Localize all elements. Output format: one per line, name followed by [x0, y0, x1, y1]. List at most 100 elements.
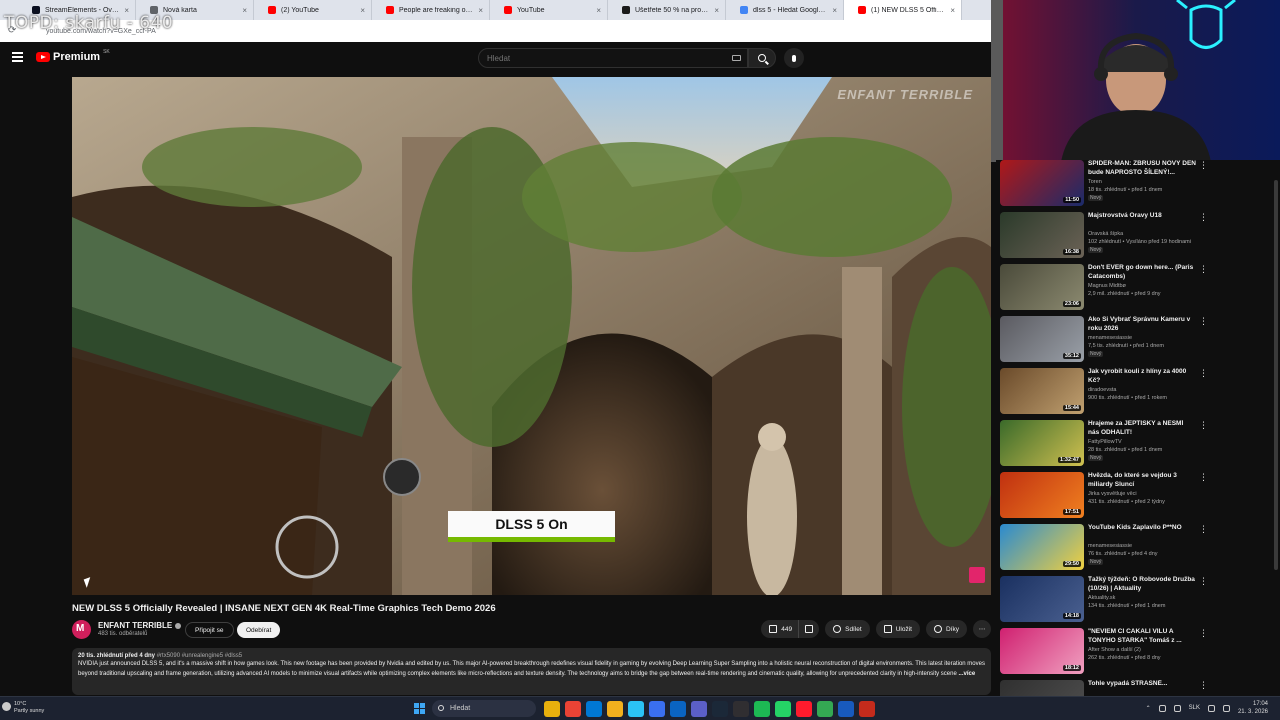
taskbar-explorer-icon[interactable] — [607, 701, 623, 717]
recommended-video[interactable]: Tohle vypadá STRAŠNĚ... — [1000, 680, 1276, 696]
taskbar-store-icon[interactable] — [649, 701, 665, 717]
more-actions-button[interactable]: ⋯ — [973, 620, 991, 638]
recommended-video[interactable]: 1:32:47 Hrajeme za JEPTIŠKY a NESMÍ nás O… — [1000, 420, 1276, 470]
language-indicator[interactable]: SLK — [1189, 705, 1200, 711]
browser-tab[interactable]: (2) YouTube × — [254, 0, 372, 20]
taskbar-search[interactable]: Hledat — [432, 700, 536, 717]
video-options-icon[interactable] — [1199, 628, 1208, 639]
video-player[interactable]: ENFANT TERRIBLE DLSS 5 On — [72, 77, 991, 595]
recommended-video[interactable]: 11:50 SPIDER-MAN: ZBRUSU NOVÝ DEN bude NA… — [1000, 160, 1276, 210]
close-tab-icon[interactable]: × — [714, 6, 719, 15]
volume-icon[interactable] — [1222, 704, 1230, 712]
taskbar-chrome2-icon[interactable] — [817, 701, 833, 717]
hashtags[interactable]: #rtx5090 #unrealengine5 #dlss5 — [157, 653, 242, 659]
tray-network-icon[interactable] — [1173, 704, 1181, 712]
description-box[interactable]: 20 tis. zhlédnutí před 4 dny #rtx5090 #u… — [72, 648, 991, 695]
save-button[interactable]: Uložit — [875, 620, 920, 638]
video-thumbnail[interactable]: 17:51 — [1000, 472, 1084, 518]
taskbar-obs-icon[interactable] — [733, 701, 749, 717]
taskbar-notes-icon[interactable] — [859, 701, 875, 717]
tray-app-icon[interactable] — [1158, 704, 1166, 712]
dislike-button[interactable] — [798, 620, 820, 638]
browser-tab[interactable]: Ušetřete 50 % na produktu PA... × — [608, 0, 726, 20]
video-thumbnail[interactable]: 23:06 — [1000, 264, 1084, 310]
recommended-video[interactable]: 35:12 Ako Si Vybrať Správnu Kameru v roku… — [1000, 316, 1276, 366]
taskbar-teams-icon[interactable] — [691, 701, 707, 717]
thanks-button[interactable]: Díky — [926, 620, 967, 638]
video-options-icon[interactable] — [1199, 420, 1208, 431]
video-thumbnail[interactable]: 1:32:47 — [1000, 420, 1084, 466]
video-options-icon[interactable] — [1199, 524, 1208, 535]
taskbar-spotify-icon[interactable] — [754, 701, 770, 717]
clock[interactable]: 17:04 21. 3. 2026 — [1238, 700, 1268, 716]
start-button[interactable] — [414, 703, 425, 714]
close-tab-icon[interactable]: × — [360, 6, 365, 15]
keyboard-icon[interactable] — [732, 55, 741, 61]
show-more-link[interactable]: ...více — [958, 671, 975, 677]
taskbar-mail-icon[interactable] — [586, 701, 602, 717]
video-thumbnail[interactable]: 29:50 — [1000, 524, 1084, 570]
recommended-video[interactable]: 16:38 Majstrovstvá Oravy U18 Oravská šípka… — [1000, 212, 1276, 262]
browser-tab[interactable]: dlss 5 - Hledat Googlem × — [726, 0, 844, 20]
video-options-icon[interactable] — [1199, 316, 1208, 327]
browser-tab[interactable]: People are freaking out now... × — [372, 0, 490, 20]
channel-name[interactable]: ENFANT TERRIBLE — [98, 621, 172, 630]
search-input[interactable] — [487, 53, 707, 63]
channel-watermark-icon[interactable] — [969, 567, 985, 583]
join-button[interactable]: Připojit se — [185, 622, 234, 638]
close-tab-icon[interactable]: × — [242, 6, 247, 15]
video-thumbnail[interactable]: 35:12 — [1000, 316, 1084, 362]
voice-search-button[interactable] — [784, 48, 804, 68]
close-tab-icon[interactable]: × — [478, 6, 483, 15]
system-tray: ⌃ SLK 17:04 21. 3. 2026 — [1146, 700, 1268, 716]
taskbar-files-icon[interactable] — [544, 701, 560, 717]
video-thumbnail[interactable] — [1000, 680, 1084, 696]
wifi-icon[interactable] — [1207, 704, 1215, 712]
recommended-video[interactable]: 17:51 Hvězda, do které se vejdou 3 miliar… — [1000, 472, 1276, 522]
video-options-icon[interactable] — [1199, 212, 1208, 223]
recommended-stats: 7,5 tis. zhlédnutí • před 1 dnem — [1088, 343, 1164, 349]
close-tab-icon[interactable]: × — [832, 6, 837, 15]
close-tab-icon[interactable]: × — [950, 6, 955, 15]
video-options-icon[interactable] — [1199, 264, 1208, 275]
recommendations-sidebar[interactable]: 11:50 SPIDER-MAN: ZBRUSU NOVÝ DEN bude NA… — [996, 160, 1280, 696]
subscribe-button[interactable]: Odebírat — [237, 622, 281, 638]
video-thumbnail[interactable]: 15:44 — [1000, 368, 1084, 414]
video-thumbnail[interactable]: 14:18 — [1000, 576, 1084, 622]
recommended-video[interactable]: 23:06 Don't EVER go down here... (Paris C… — [1000, 264, 1276, 314]
taskbar-whatsapp-icon[interactable] — [775, 701, 791, 717]
share-button[interactable]: Sdílet — [825, 620, 870, 638]
video-thumbnail[interactable]: 18:12 — [1000, 628, 1084, 674]
youtube-masthead: Premium SK — [0, 42, 991, 76]
recommended-video[interactable]: 29:50 YouTube Kids Zaplavilo P**NO menames… — [1000, 524, 1276, 574]
taskbar-edge-icon[interactable] — [628, 701, 644, 717]
taskbar-word-icon[interactable] — [838, 701, 854, 717]
taskbar-opera-icon[interactable] — [796, 701, 812, 717]
recommended-video[interactable]: 15:44 Jak vyrobit kouli z hlíny za 4000 K… — [1000, 368, 1276, 418]
youtube-logo[interactable]: Premium SK — [36, 49, 110, 63]
video-options-icon[interactable] — [1199, 472, 1208, 483]
video-options-icon[interactable] — [1199, 368, 1208, 379]
menu-icon[interactable] — [12, 52, 23, 62]
taskbar-outlook-icon[interactable] — [670, 701, 686, 717]
recommended-video[interactable]: 14:18 Ťažký týždeň: O Robovode Družba (10… — [1000, 576, 1276, 626]
video-options-icon[interactable] — [1199, 160, 1208, 171]
taskbar-chrome-icon[interactable] — [565, 701, 581, 717]
search-button[interactable] — [748, 48, 776, 68]
recommended-video[interactable]: 18:12 "NEVIEM ČI ČAKALI VILU A TONYHO STA… — [1000, 628, 1276, 678]
video-thumbnail[interactable]: 11:50 — [1000, 160, 1084, 206]
weather-widget[interactable]: 10°C Partly sunny — [2, 701, 44, 715]
close-tab-icon[interactable]: × — [596, 6, 601, 15]
channel-avatar[interactable] — [72, 620, 91, 639]
taskbar-steam-icon[interactable] — [712, 701, 728, 717]
tray-chevron-icon[interactable]: ⌃ — [1146, 705, 1151, 712]
browser-tab[interactable]: YouTube × — [490, 0, 608, 20]
recommended-title: Majstrovstvá Oravy U18 — [1088, 212, 1162, 219]
like-button[interactable]: 449 — [761, 620, 799, 638]
browser-tab[interactable]: (1) NEW DLSS 5 Officially Reve... × — [844, 0, 962, 20]
video-thumbnail[interactable]: 16:38 — [1000, 212, 1084, 258]
video-options-icon[interactable] — [1199, 680, 1208, 691]
video-options-icon[interactable] — [1199, 576, 1208, 587]
search-box[interactable] — [478, 48, 748, 68]
channel-name-wrap[interactable]: ENFANT TERRIBLE — [98, 621, 182, 630]
